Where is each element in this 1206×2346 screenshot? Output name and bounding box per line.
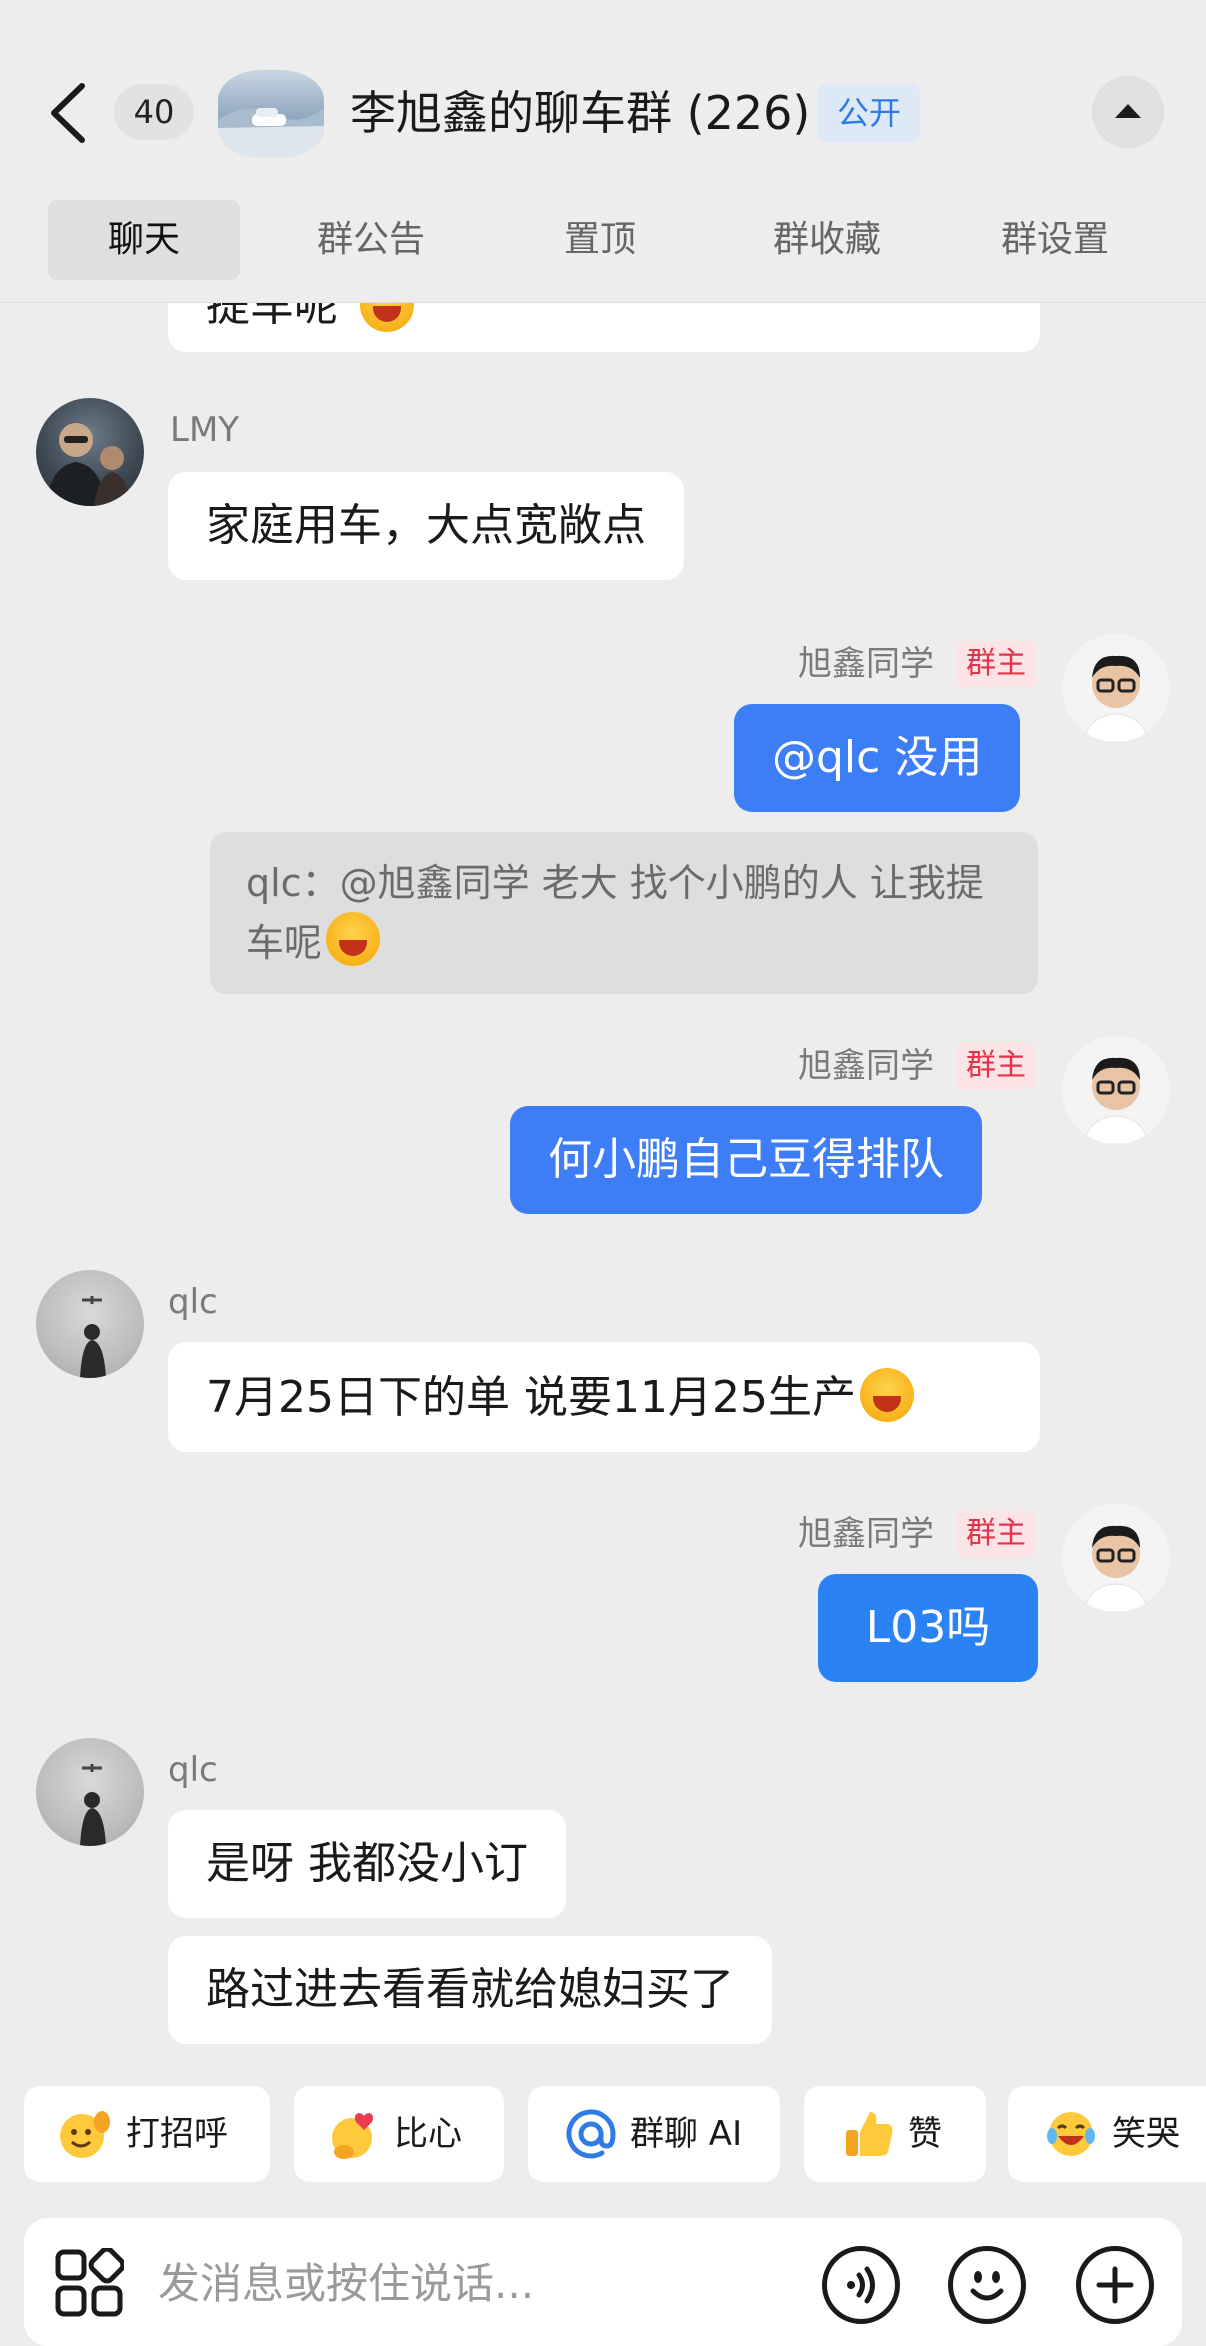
- message-text: 7月25日下的单 说要11月25生产: [206, 1372, 856, 1423]
- tab-announcement[interactable]: 群公告: [276, 200, 466, 280]
- message-input[interactable]: [156, 2242, 820, 2324]
- laughing-crying-emoji-icon: [360, 302, 414, 332]
- sender-name: qlc: [168, 1282, 218, 1322]
- quick-reply-laugh-cry[interactable]: 笑哭: [1008, 2086, 1206, 2182]
- laughing-crying-emoji-icon: [859, 1368, 914, 1422]
- quick-reply-label: 比心: [394, 2114, 462, 2154]
- sender-name: 旭鑫同学: [798, 1046, 934, 1086]
- avatar-xuxin[interactable]: [1062, 1036, 1170, 1144]
- tab-favorites[interactable]: 群收藏: [732, 200, 922, 280]
- message-bubble[interactable]: 家庭用车，大点宽敞点: [168, 472, 684, 580]
- back-button[interactable]: [46, 82, 94, 144]
- quick-reply-label: 打招呼: [126, 2114, 228, 2154]
- apps-grid-button[interactable]: [54, 2246, 126, 2318]
- message-bubble[interactable]: 是呀 我都没小订: [168, 1810, 566, 1918]
- sender-name: qlc: [168, 1750, 218, 1790]
- quick-reply-label: 笑哭: [1112, 2114, 1180, 2154]
- laughing-crying-emoji-icon: [326, 912, 381, 966]
- message-bubble[interactable]: 路过进去看看就给媳妇买了: [168, 1936, 772, 2044]
- sender-name: LMY: [170, 410, 240, 450]
- message-bubble[interactable]: @qlc 没用: [734, 704, 1021, 812]
- plus-icon: [1096, 2266, 1134, 2304]
- quick-reply-ai[interactable]: 群聊 AI: [528, 2086, 780, 2182]
- apps-grid-icon: [55, 2246, 126, 2317]
- avatar-qlc[interactable]: [36, 1738, 144, 1846]
- sender-name: 旭鑫同学: [798, 1514, 934, 1554]
- chat-header: 40 李旭鑫的聊车群 (226) 公开 聊天 群公告 置顶 群收藏 群设置: [0, 0, 1206, 303]
- collapse-button[interactable]: [1092, 76, 1164, 148]
- composer: [24, 2218, 1182, 2346]
- quick-reply-label: 群聊 AI: [630, 2114, 743, 2154]
- tab-settings[interactable]: 群设置: [960, 200, 1150, 280]
- chevron-left-icon: [51, 83, 85, 143]
- message-bubble[interactable]: 7月25日下的单 说要11月25生产: [168, 1342, 1040, 1452]
- quoted-message[interactable]: qlc：@旭鑫同学 老大 找个小鹏的人 让我提车呢: [210, 832, 1038, 994]
- laughing-crying-icon: [1047, 2112, 1095, 2156]
- emoji-button[interactable]: [948, 2246, 1026, 2324]
- group-owner-tag: 群主: [956, 1043, 1036, 1089]
- unread-count-badge[interactable]: 40: [114, 84, 194, 140]
- avatar-xuxin[interactable]: [1062, 1504, 1170, 1612]
- message-bubble-partial[interactable]: 提车呢: [168, 302, 1040, 352]
- group-owner-tag: 群主: [956, 641, 1036, 687]
- waving-face-icon: [60, 2111, 110, 2158]
- tab-pinned[interactable]: 置顶: [520, 200, 680, 280]
- avatar-qlc[interactable]: [36, 1270, 144, 1378]
- add-button[interactable]: [1076, 2246, 1154, 2324]
- quick-reply-bar[interactable]: 打招呼 比心 群聊 AI 赞 笑哭: [0, 2086, 1206, 2186]
- quick-reply-greet[interactable]: 打招呼: [24, 2086, 270, 2182]
- avatar-xuxin[interactable]: [1062, 634, 1170, 742]
- message-bubble[interactable]: L03吗: [818, 1574, 1038, 1682]
- public-badge: 公开: [818, 84, 920, 142]
- quick-reply-heart[interactable]: 比心: [294, 2086, 504, 2182]
- group-owner-tag: 群主: [956, 1511, 1036, 1557]
- voice-button[interactable]: [822, 2246, 900, 2324]
- avatar-lmy[interactable]: [36, 398, 144, 506]
- tab-bar: 聊天 群公告 置顶 群收藏 群设置: [0, 200, 1206, 284]
- quick-reply-like[interactable]: 赞: [804, 2086, 986, 2182]
- message-list[interactable]: 提车呢 LMY 家庭用车，大点宽敞点 旭鑫同学 群主 @qlc 没用 qlc：@…: [0, 302, 1206, 2057]
- heart-hands-icon: [332, 2113, 374, 2159]
- quick-reply-label: 赞: [908, 2114, 942, 2154]
- group-title[interactable]: 李旭鑫的聊车群 (226): [350, 82, 810, 144]
- sender-name: 旭鑫同学: [798, 644, 934, 684]
- message-text: 提车呢: [206, 302, 338, 331]
- tab-chat[interactable]: 聊天: [48, 200, 240, 280]
- message-bubble[interactable]: 何小鹏自己豆得排队: [510, 1106, 982, 1214]
- thumbs-up-icon: [846, 2112, 893, 2156]
- at-sign-icon: [566, 2109, 616, 2159]
- group-avatar[interactable]: [218, 70, 324, 158]
- voice-wave-icon: [847, 2266, 875, 2304]
- smiley-face-icon: [970, 2271, 1004, 2301]
